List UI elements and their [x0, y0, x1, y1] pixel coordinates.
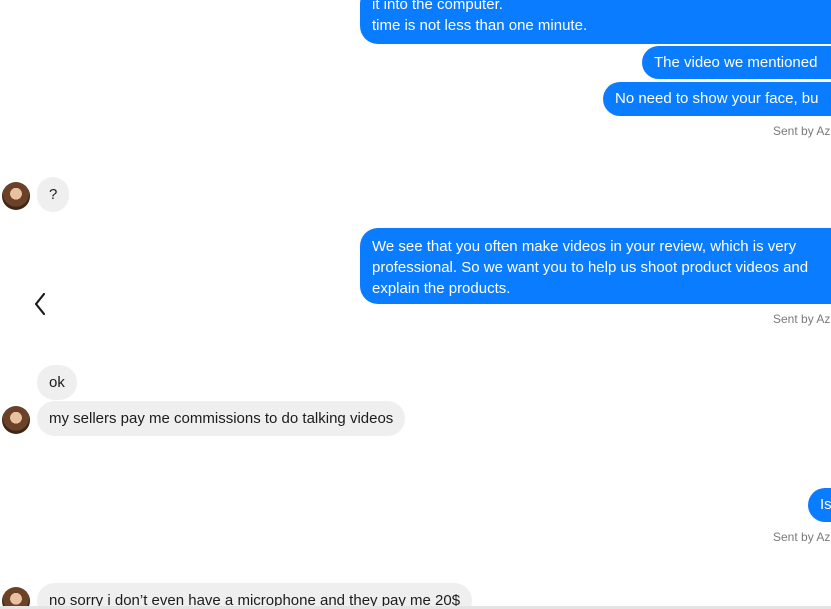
avatar[interactable] [2, 406, 30, 434]
outgoing-message[interactable]: No need to show your face, bu [603, 82, 831, 116]
sent-by-label: Sent by Az [773, 312, 831, 326]
sent-by-label: Sent by Az [773, 530, 831, 544]
incoming-message[interactable]: ok [37, 365, 77, 400]
message-thread: it into the computer. time is not less t… [0, 0, 831, 609]
sent-by-label: Sent by Az [773, 124, 831, 138]
avatar[interactable] [2, 182, 30, 210]
incoming-message[interactable]: my sellers pay me commissions to do talk… [37, 401, 406, 436]
chevron-left-icon [34, 292, 46, 316]
outgoing-message[interactable]: Is [808, 488, 831, 522]
outgoing-message[interactable]: We see that you often make videos in you… [360, 228, 831, 304]
back-button[interactable] [26, 288, 54, 320]
incoming-message[interactable]: ? [37, 177, 70, 212]
outgoing-message[interactable]: it into the computer. time is not less t… [360, 0, 831, 44]
outgoing-message[interactable]: The video we mentioned [642, 46, 831, 79]
